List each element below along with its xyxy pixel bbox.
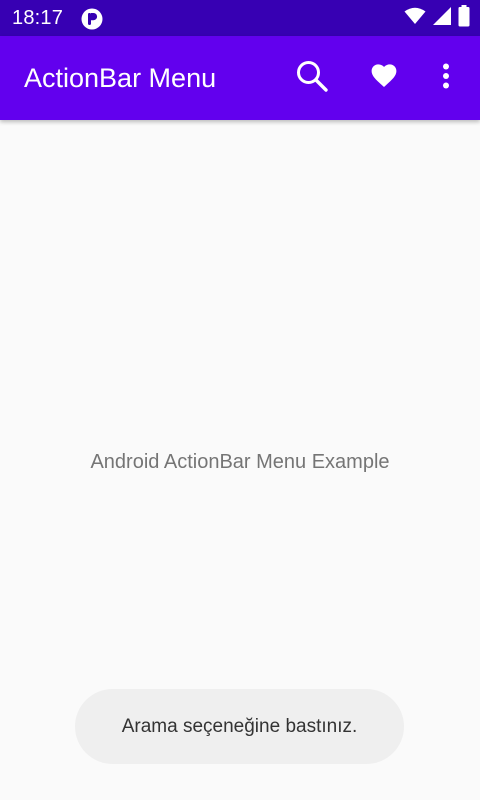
signal-icon [432,6,452,31]
app-screen: 18:17 ActionBar Menu Android ActionBar M… [0,0,480,800]
content-message: Android ActionBar Menu Example [90,451,390,473]
overflow-menu-button[interactable] [422,54,470,102]
search-icon [295,59,329,98]
toast: Arama seçeneğine bastınız. [75,689,404,764]
toast-text: Arama seçeneğine bastınız. [121,715,358,737]
status-bar: 18:17 [0,0,480,36]
battery-icon [458,4,470,32]
wifi-icon [404,7,426,30]
action-bar-title: ActionBar Menu [24,63,217,93]
favorite-button[interactable] [360,54,408,102]
action-bar: ActionBar Menu [0,36,480,120]
heart-icon [371,63,397,93]
more-vert-icon [442,63,450,94]
search-button[interactable] [288,54,336,102]
status-icons [404,4,470,32]
status-time: 18:17 [12,7,64,29]
app-notification-icon [81,8,103,30]
